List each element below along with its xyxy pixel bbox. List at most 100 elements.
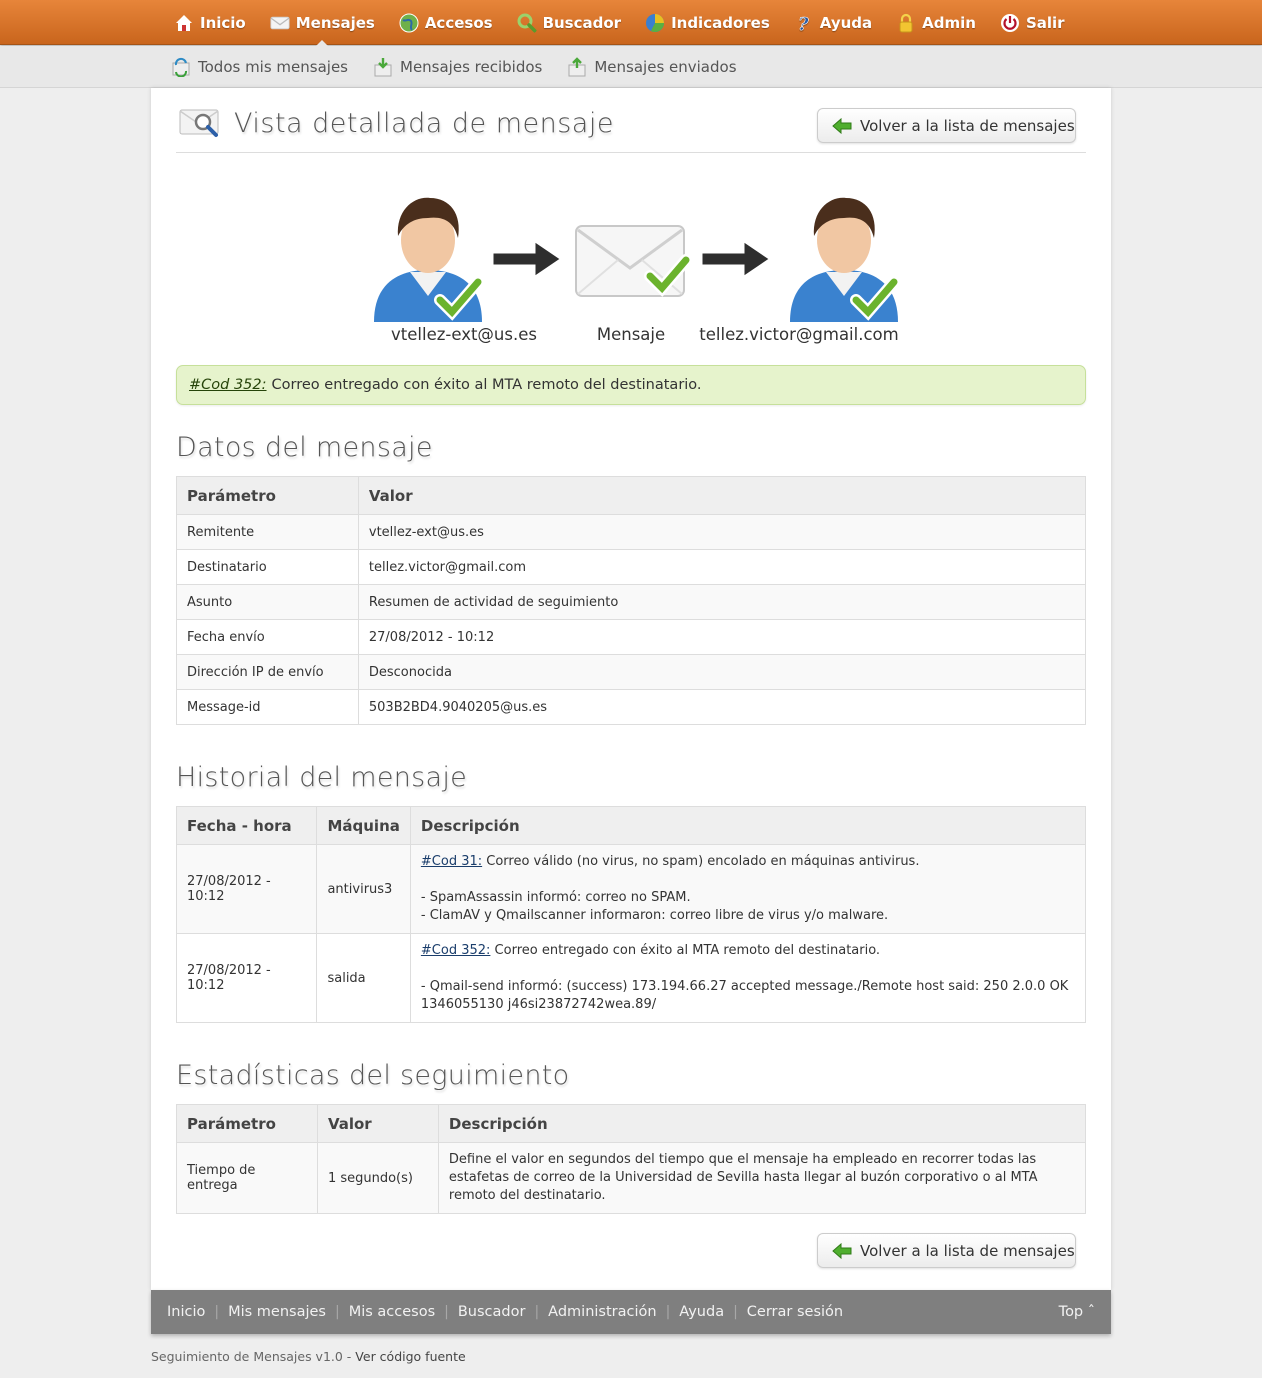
column-header: Valor — [316, 1104, 439, 1143]
param-cell: Asunto — [176, 584, 359, 620]
table-row: Asunto Resumen de actividad de seguimien… — [176, 584, 1087, 620]
history-detail: - Qmail-send informó: (success) 173.194.… — [420, 979, 1069, 1012]
footer-link-buscador[interactable]: Buscador — [458, 1304, 526, 1320]
value-cell: 1 segundo(s) — [316, 1142, 439, 1214]
footer-bar: Inicio | Mis mensajes | Mis accesos | Bu… — [151, 1290, 1111, 1334]
history-detail: - ClamAV y Qmailscanner informaron: corr… — [420, 908, 889, 923]
lock-icon — [899, 13, 913, 32]
flow-sender-label: vtellez-ext@us.es — [391, 325, 537, 344]
refresh-mail-icon — [172, 57, 190, 77]
footer-separator: | — [665, 1304, 671, 1320]
footer-link-mis-mensajes[interactable]: Mis mensajes — [228, 1304, 326, 1320]
outbox-icon — [568, 57, 586, 77]
value-cell: vtellez-ext@us.es — [357, 514, 1087, 550]
back-arrow-icon — [832, 117, 852, 134]
back-to-list-button[interactable]: Volver a la lista de mensajes — [817, 108, 1076, 143]
history-summary: Correo válido (no virus, no spam) encola… — [486, 854, 920, 869]
footer-separator: | — [334, 1304, 340, 1320]
subnav-label: Mensajes recibidos — [400, 58, 543, 76]
footer-link-inicio[interactable]: Inicio — [167, 1304, 205, 1320]
param-cell: Remitente — [176, 514, 359, 550]
envelope-icon — [270, 16, 290, 29]
table-row: Tiempo de entrega 1 segundo(s) Define el… — [176, 1142, 1087, 1214]
history-code-link[interactable]: #Cod 352: — [421, 943, 491, 958]
machine-cell: salida — [316, 933, 411, 1023]
column-header: Parámetro — [176, 476, 359, 515]
flow-message-label: Mensaje — [596, 325, 666, 344]
top-navbar: Inicio Mensajes Accesos Buscador Indicad… — [0, 0, 1262, 46]
table-header-row: Parámetro Valor Descripción — [176, 1104, 1087, 1143]
param-cell: Dirección IP de envío — [176, 654, 359, 690]
messages-submenu: Todos mis mensajes Mensajes recibidos Me… — [172, 46, 763, 88]
description-cell: Define el valor en segundos del tiempo q… — [437, 1142, 1087, 1214]
subnav-label: Mensajes enviados — [594, 58, 737, 76]
power-icon — [1000, 13, 1019, 32]
sender-user-icon — [374, 197, 484, 322]
pie-chart-icon — [646, 13, 665, 32]
nav-item-indicadores[interactable]: Indicadores — [633, 0, 782, 45]
flow-arrow-icon — [490, 237, 565, 281]
nav-item-admin[interactable]: Admin — [884, 0, 988, 45]
back-arrow-icon — [832, 1242, 852, 1259]
subnav-todos-mis-mensajes[interactable]: Todos mis mensajes — [172, 46, 348, 88]
flow-arrow-icon — [699, 237, 774, 281]
table-row: 27/08/2012 - 10:12 salida #Cod 352: Corr… — [175, 933, 1087, 1023]
section-heading-estadisticas: Estadísticas del seguimiento — [176, 1060, 570, 1091]
back-to-top-link[interactable]: Top ˆ — [1059, 1304, 1095, 1320]
back-to-list-button-bottom[interactable]: Volver a la lista de mensajes — [817, 1233, 1076, 1268]
delivery-status-alert: #Cod 352: Correo entregado con éxito al … — [176, 365, 1086, 405]
nav-item-accesos[interactable]: Accesos — [387, 0, 505, 45]
home-icon — [176, 14, 192, 31]
section-heading-datos: Datos del mensaje — [176, 432, 433, 463]
table-header-row: Fecha - hora Máquina Descripción — [175, 806, 1087, 845]
message-history-table: Fecha - hora Máquina Descripción 27/08/2… — [175, 806, 1087, 1023]
main-menu: Inicio Mensajes Accesos Buscador Indicad… — [162, 0, 1077, 46]
footer-link-ayuda[interactable]: Ayuda — [679, 1304, 724, 1320]
footer-link-administracion[interactable]: Administración — [548, 1304, 656, 1320]
history-detail: - SpamAssassin informó: correo no SPAM. — [420, 890, 691, 905]
footer-separator: | — [214, 1304, 220, 1320]
nav-item-mensajes[interactable]: Mensajes — [258, 0, 387, 46]
history-summary: Correo entregado con éxito al MTA remoto… — [494, 943, 881, 958]
nav-label: Indicadores — [671, 13, 770, 32]
table-row: Message-id 503B2BD4.9040205@us.es — [176, 689, 1087, 725]
inbox-icon — [374, 58, 392, 77]
nav-item-ayuda[interactable]: ? Ayuda — [782, 0, 884, 45]
source-code-link[interactable]: Ver código fuente — [355, 1349, 465, 1364]
globe-icon — [399, 13, 419, 32]
message-data-table: Parámetro Valor Remitente vtellez-ext@us… — [176, 476, 1087, 725]
value-cell: 27/08/2012 - 10:12 — [357, 619, 1087, 655]
table-row: 27/08/2012 - 10:12 antivirus3 #Cod 31: C… — [175, 844, 1087, 934]
credits-text: Seguimiento de Mensajes v1.0 - — [151, 1349, 356, 1364]
subnav-mensajes-recibidos[interactable]: Mensajes recibidos — [374, 46, 542, 88]
nav-label: Inicio — [200, 13, 246, 32]
value-cell: 503B2BD4.9040205@us.es — [357, 689, 1087, 725]
column-header: Valor — [357, 476, 1087, 515]
back-button-label: Volver a la lista de mensajes — [860, 1241, 1075, 1260]
nav-label: Admin — [922, 13, 976, 32]
nav-item-salir[interactable]: Salir — [988, 0, 1077, 45]
nav-item-buscador[interactable]: Buscador — [505, 0, 634, 45]
tracking-stats-table: Parámetro Valor Descripción Tiempo de en… — [176, 1104, 1087, 1214]
message-envelope-icon — [575, 225, 692, 297]
column-header: Descripción — [409, 806, 1087, 845]
title-divider — [176, 152, 1086, 153]
footer-link-mis-accesos[interactable]: Mis accesos — [349, 1304, 435, 1320]
description-cell: #Cod 352: Correo entregado con éxito al … — [409, 933, 1087, 1023]
value-cell: Resumen de actividad de seguimiento — [357, 584, 1087, 620]
footer-separator: | — [733, 1304, 738, 1320]
status-code-link[interactable]: #Cod 352: — [189, 377, 267, 393]
table-row: Remitente vtellez-ext@us.es — [176, 514, 1087, 550]
message-search-icon — [179, 109, 219, 137]
table-row: Destinatario tellez.victor@gmail.com — [176, 549, 1087, 585]
machine-cell: antivirus3 — [316, 844, 411, 934]
footer-separator: | — [444, 1304, 449, 1320]
section-heading-historial: Historial del mensaje — [176, 762, 468, 793]
svg-text:?: ? — [798, 14, 809, 33]
nav-item-inicio[interactable]: Inicio — [162, 0, 258, 45]
param-cell: Message-id — [176, 689, 359, 725]
footer-link-cerrar-sesion[interactable]: Cerrar sesión — [747, 1304, 843, 1320]
footer-separator: | — [534, 1304, 540, 1320]
subnav-mensajes-enviados[interactable]: Mensajes enviados — [568, 46, 737, 88]
history-code-link[interactable]: #Cod 31: — [421, 854, 482, 869]
